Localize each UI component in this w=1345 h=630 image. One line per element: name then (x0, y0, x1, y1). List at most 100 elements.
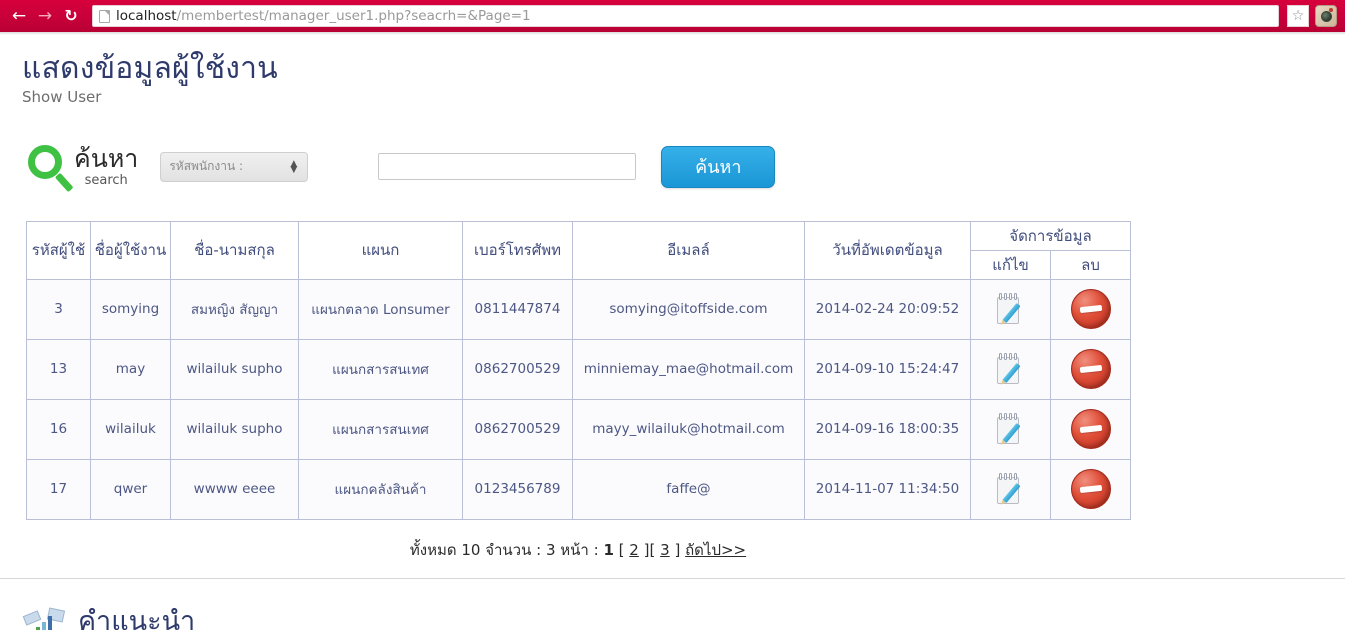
edit-notepad-icon[interactable] (994, 352, 1028, 386)
delete-no-entry-icon[interactable] (1071, 289, 1111, 329)
edit-notepad-icon[interactable] (994, 412, 1028, 446)
table-row: 13 may wilailuk supho แผนกสารสนเทศ 08627… (27, 339, 1131, 399)
column-header-phone: เบอร์โทรศัพท (463, 221, 573, 279)
edit-notepad-icon[interactable] (994, 292, 1028, 326)
forward-arrow-icon[interactable]: → (32, 3, 58, 29)
pagination-bracket-open-2: [ (649, 541, 655, 559)
cell-username: somying (91, 279, 171, 339)
cell-id: 3 (27, 279, 91, 339)
camera-flash-icon (1329, 8, 1333, 12)
pagination-bracket-close-2: ] (674, 541, 680, 559)
cell-department: แผนกสารสนเทศ (299, 339, 463, 399)
cell-id: 13 (27, 339, 91, 399)
cell-username: may (91, 339, 171, 399)
toolbar-shadow (0, 32, 1345, 35)
page-document-icon (99, 10, 110, 23)
browser-toolbar: ← → ↻ localhost/membertest/manager_user1… (0, 0, 1345, 32)
column-header-fullname: ชื่อ-นามสกุล (171, 221, 299, 279)
column-header-updated: วันที่อัพเดตข้อมูล (805, 221, 971, 279)
chart-bars-icon (36, 615, 54, 630)
reload-icon[interactable]: ↻ (58, 3, 84, 29)
cell-delete[interactable] (1051, 339, 1131, 399)
search-label-en: search (74, 173, 138, 188)
notepad-rings (999, 353, 1018, 360)
cell-email: minniemay_mae@hotmail.com (573, 339, 805, 399)
column-header-delete: ลบ (1051, 250, 1131, 279)
cell-edit[interactable] (971, 399, 1051, 459)
page-title: แสดงข้อมูลผู้ใช้งาน (22, 52, 1345, 86)
stepper-arrows-icon: ▲▼ (290, 161, 297, 173)
notepad-rings (999, 413, 1018, 420)
search-field-selected-value: รหัสพนักงาน : (169, 157, 243, 176)
search-input[interactable] (378, 153, 636, 180)
cell-updated: 2014-11-07 11:34:50 (805, 459, 971, 519)
camera-extension-icon[interactable] (1315, 5, 1337, 27)
address-bar-path: /membertest/manager_user1.php?seacrh=&Pa… (177, 8, 531, 24)
delete-no-entry-icon[interactable] (1071, 469, 1111, 509)
cell-delete[interactable] (1051, 279, 1131, 339)
cell-id: 16 (27, 399, 91, 459)
cell-updated: 2014-09-10 15:24:47 (805, 339, 971, 399)
table-row: 16 wilailuk wilailuk supho แผนกสารสนเทศ … (27, 399, 1131, 459)
pagination-next-link[interactable]: ถัดไป>> (685, 541, 746, 559)
camera-lens-icon (1321, 11, 1332, 22)
search-field-select[interactable]: รหัสพนักงาน : ▲▼ (160, 152, 308, 182)
cell-username: qwer (91, 459, 171, 519)
cell-delete[interactable] (1051, 459, 1131, 519)
cell-delete[interactable] (1051, 399, 1131, 459)
back-arrow-icon[interactable]: ← (6, 3, 32, 29)
column-header-email: อีเมลล์ (573, 221, 805, 279)
cell-edit[interactable] (971, 279, 1051, 339)
column-header-id: รหัสผู้ใช้ (27, 221, 91, 279)
delete-no-entry-icon[interactable] (1071, 409, 1111, 449)
cell-username: wilailuk (91, 399, 171, 459)
search-label-group: ค้นหา search (74, 146, 138, 188)
magnifier-ring (28, 145, 62, 179)
cell-phone: 0811447874 (463, 279, 573, 339)
cell-updated: 2014-02-24 20:09:52 (805, 279, 971, 339)
search-button[interactable]: ค้นหา (661, 146, 775, 188)
cell-updated: 2014-09-16 18:00:35 (805, 399, 971, 459)
delete-no-entry-icon[interactable] (1071, 349, 1111, 389)
pagination-current-page: 1 (603, 541, 613, 559)
page-subtitle: Show User (22, 88, 1345, 106)
search-bar: ค้นหา search รหัสพนักงาน : ▲▼ ค้นหา (0, 140, 1345, 194)
bookmark-star-icon[interactable]: ☆ (1287, 5, 1309, 27)
magnifier-icon (24, 142, 78, 192)
pagination-link-2[interactable]: 2 (629, 541, 639, 559)
pagination-link-3[interactable]: 3 (660, 541, 670, 559)
pagination-bracket-open-1: [ (619, 541, 625, 559)
table-header-row-1: รหัสผู้ใช้ ชื่อผู้ใช้งาน ชื่อ-นามสกุล แผ… (27, 221, 1131, 250)
magnifier-handle (55, 172, 74, 192)
cell-phone: 0862700529 (463, 339, 573, 399)
user-table: รหัสผู้ใช้ ชื่อผู้ใช้งาน ชื่อ-นามสกุล แผ… (26, 221, 1131, 520)
address-bar-url: localhost/membertest/manager_user1.php?s… (116, 8, 531, 24)
cell-fullname: สมหญิง สัญญา (171, 279, 299, 339)
column-header-username: ชื่อผู้ใช้งาน (91, 221, 171, 279)
cell-phone: 0123456789 (463, 459, 573, 519)
notepad-rings (999, 293, 1018, 300)
cell-department: แผนกตลาด Lonsumer (299, 279, 463, 339)
address-bar[interactable]: localhost/membertest/manager_user1.php?s… (92, 5, 1279, 27)
cell-email: mayy_wilailuk@hotmail.com (573, 399, 805, 459)
user-table-head: รหัสผู้ใช้ ชื่อผู้ใช้งาน ชื่อ-นามสกุล แผ… (27, 221, 1131, 279)
footer-section: คำแนะนำ (22, 593, 1345, 630)
pagination-summary: ทั้งหมด 10 จำนวน : 3 หน้า : (410, 541, 599, 559)
cell-department: แผนกสารสนเทศ (299, 399, 463, 459)
cell-phone: 0862700529 (463, 399, 573, 459)
user-table-container: รหัสผู้ใช้ ชื่อผู้ใช้งาน ชื่อ-นามสกุล แผ… (26, 221, 1130, 520)
table-row: 17 qwer wwww eeee แผนกคลังสินค้า 0123456… (27, 459, 1131, 519)
edit-notepad-icon[interactable] (994, 472, 1028, 506)
notepad-rings (999, 473, 1018, 480)
cell-email: somying@itoffside.com (573, 279, 805, 339)
address-bar-host: localhost (116, 8, 177, 24)
user-table-body: 3 somying สมหญิง สัญญา แผนกตลาด Lonsumer… (27, 279, 1131, 519)
cell-edit[interactable] (971, 339, 1051, 399)
cell-edit[interactable] (971, 459, 1051, 519)
cell-fullname: wwww eeee (171, 459, 299, 519)
cell-id: 17 (27, 459, 91, 519)
footer-title: คำแนะนำ (78, 608, 195, 630)
column-header-edit: แก้ไข (971, 250, 1051, 279)
table-row: 3 somying สมหญิง สัญญา แผนกตลาด Lonsumer… (27, 279, 1131, 339)
column-header-department: แผนก (299, 221, 463, 279)
